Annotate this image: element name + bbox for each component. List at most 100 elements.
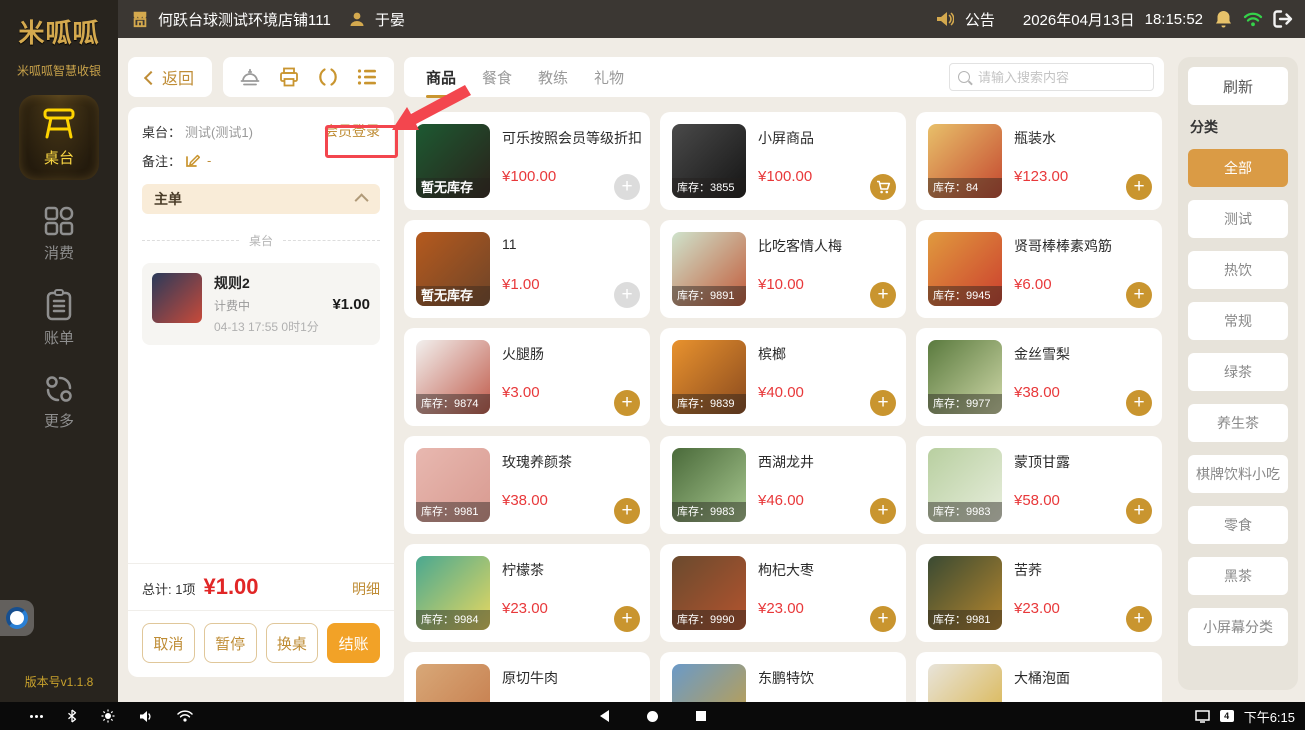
- search-input[interactable]: [976, 69, 1145, 86]
- product-card[interactable]: 金丝雪梨 ¥38.00 库存：9977: [916, 328, 1162, 426]
- wifi-status-icon[interactable]: [177, 710, 193, 722]
- order-total-row: 总计: 1项 ¥1.00 明细: [128, 563, 394, 610]
- category-button[interactable]: 热饮: [1188, 251, 1288, 289]
- category-button[interactable]: 全部: [1188, 149, 1288, 187]
- product-stock-badge: 库存：84: [928, 178, 1002, 198]
- category-button[interactable]: 养生茶: [1188, 404, 1288, 442]
- top-bar: 何跃台球测试环境店铺111 于晏 公告 2026年04月13日 18:15:52: [118, 0, 1305, 38]
- display-icon[interactable]: [1195, 710, 1210, 723]
- add-to-order-button[interactable]: [870, 606, 896, 632]
- announcement-label[interactable]: 公告: [965, 9, 995, 30]
- add-to-order-button[interactable]: [1126, 606, 1152, 632]
- app-logo: 米呱呱: [0, 8, 118, 58]
- product-card[interactable]: 蒙顶甘露 ¥58.00 库存：9983: [916, 436, 1162, 534]
- add-to-order-button[interactable]: [614, 390, 640, 416]
- table-icon: [19, 107, 99, 141]
- catalog-tab[interactable]: 商品: [424, 58, 458, 97]
- nav-back-button[interactable]: [600, 710, 609, 722]
- add-to-order-button[interactable]: [870, 174, 896, 200]
- add-to-order-button[interactable]: [1126, 282, 1152, 308]
- window-count-badge[interactable]: 4: [1220, 710, 1234, 722]
- product-card[interactable]: 西湖龙井 ¥46.00 库存：9983: [660, 436, 906, 534]
- plus-icon: [621, 501, 632, 521]
- category-button[interactable]: 常规: [1188, 302, 1288, 340]
- nav-home-button[interactable]: [647, 711, 658, 722]
- order-list-icon[interactable]: [356, 66, 378, 88]
- add-to-order-button[interactable]: [1126, 390, 1152, 416]
- category-button[interactable]: 棋牌饮料小吃: [1188, 455, 1288, 493]
- order-item-name: 规则2: [214, 273, 320, 293]
- add-to-order-button[interactable]: [614, 606, 640, 632]
- add-to-order-button[interactable]: [614, 282, 640, 308]
- search-box[interactable]: [949, 63, 1154, 91]
- sidebar-item-bills[interactable]: 账单: [19, 289, 99, 348]
- refresh-button[interactable]: 刷新: [1188, 67, 1288, 105]
- chevron-left-icon: [144, 70, 158, 84]
- product-card[interactable]: 原切牛肉: [404, 652, 650, 702]
- change-table-button[interactable]: 换桌: [266, 623, 319, 663]
- announcement-speaker-icon[interactable]: [935, 9, 955, 29]
- product-card[interactable]: 玫瑰养颜茶 ¥38.00 库存：9981: [404, 436, 650, 534]
- printer-icon[interactable]: [278, 66, 300, 88]
- product-card[interactable]: 枸杞大枣 ¥23.00 库存：9990: [660, 544, 906, 642]
- notification-bell-icon[interactable]: [1213, 9, 1233, 29]
- product-card[interactable]: 瓶装水 ¥123.00 库存：84: [916, 112, 1162, 210]
- product-card[interactable]: 11 ¥1.00 暂无库存: [404, 220, 650, 318]
- back-button[interactable]: 返回: [128, 57, 212, 97]
- assistive-touch-button[interactable]: [0, 600, 34, 636]
- member-login-link[interactable]: 会员登录: [324, 121, 380, 141]
- checkout-button[interactable]: 结账: [327, 623, 380, 663]
- product-card[interactable]: 比吃客情人梅 ¥10.00 库存：9891: [660, 220, 906, 318]
- wifi-icon[interactable]: [1243, 9, 1263, 29]
- category-button[interactable]: 绿茶: [1188, 353, 1288, 391]
- product-card[interactable]: 大桶泡面: [916, 652, 1162, 702]
- nav-recents-button[interactable]: [696, 711, 706, 721]
- product-card[interactable]: 可乐按照会员等级折扣 ¥100.00 暂无库存: [404, 112, 650, 210]
- plus-icon: [621, 393, 632, 413]
- main-order-header[interactable]: 主单: [142, 184, 380, 214]
- add-to-order-button[interactable]: [870, 282, 896, 308]
- sidebar-item-tables[interactable]: 桌台: [19, 95, 99, 180]
- category-label: 养生茶: [1217, 413, 1259, 433]
- pos-screen: 米呱呱 米呱呱智慧收银 桌台 消费: [0, 0, 1305, 730]
- bluetooth-icon[interactable]: [67, 709, 77, 723]
- brightness-icon[interactable]: [101, 709, 115, 723]
- category-button[interactable]: 零食: [1188, 506, 1288, 544]
- product-card[interactable]: 槟榔 ¥40.00 库存：9839: [660, 328, 906, 426]
- catalog-tab[interactable]: 餐食: [480, 58, 514, 97]
- plus-icon: [877, 501, 888, 521]
- add-to-order-button[interactable]: [1126, 174, 1152, 200]
- product-stock-badge: 库存：3855: [672, 178, 746, 198]
- add-to-order-button[interactable]: [870, 498, 896, 524]
- product-card[interactable]: 火腿肠 ¥3.00 库存：9874: [404, 328, 650, 426]
- order-item-price: ¥1.00: [332, 296, 370, 313]
- sidebar-item-more[interactable]: 更多: [19, 374, 99, 431]
- catalog-tab[interactable]: 教练: [536, 58, 570, 97]
- order-item[interactable]: 规则2 计费中 04-13 17:55 0时1分 ¥1.00: [142, 263, 380, 345]
- category-button[interactable]: 测试: [1188, 200, 1288, 238]
- add-to-order-button[interactable]: [614, 498, 640, 524]
- plus-icon: [1133, 285, 1144, 305]
- product-card[interactable]: 贤哥棒棒素鸡筋 ¥6.00 库存：9945: [916, 220, 1162, 318]
- product-card[interactable]: 柠檬茶 ¥23.00 库存：9984: [404, 544, 650, 642]
- product-card[interactable]: 苦荞 ¥23.00 库存：9981: [916, 544, 1162, 642]
- edit-note-icon[interactable]: [183, 152, 201, 170]
- catalog-tab[interactable]: 礼物: [592, 58, 626, 97]
- pause-button[interactable]: 暂停: [204, 623, 257, 663]
- category-button[interactable]: 黑茶: [1188, 557, 1288, 595]
- detail-link[interactable]: 明细: [352, 579, 380, 599]
- add-to-order-button[interactable]: [870, 390, 896, 416]
- product-card[interactable]: 东鹏特饮: [660, 652, 906, 702]
- add-to-order-button[interactable]: [614, 174, 640, 200]
- cancel-button[interactable]: 取消: [142, 623, 195, 663]
- sync-icon[interactable]: [317, 66, 339, 88]
- category-button[interactable]: 小屏幕分类: [1188, 608, 1288, 646]
- volume-icon[interactable]: [139, 710, 153, 723]
- add-to-order-button[interactable]: [1126, 498, 1152, 524]
- plus-icon: [1133, 393, 1144, 413]
- more-options-icon[interactable]: [30, 715, 43, 718]
- service-bell-icon[interactable]: [239, 66, 261, 88]
- product-card[interactable]: 小屏商品 ¥100.00 库存：3855: [660, 112, 906, 210]
- logout-icon[interactable]: [1273, 9, 1293, 29]
- sidebar-item-consume[interactable]: 消费: [19, 206, 99, 263]
